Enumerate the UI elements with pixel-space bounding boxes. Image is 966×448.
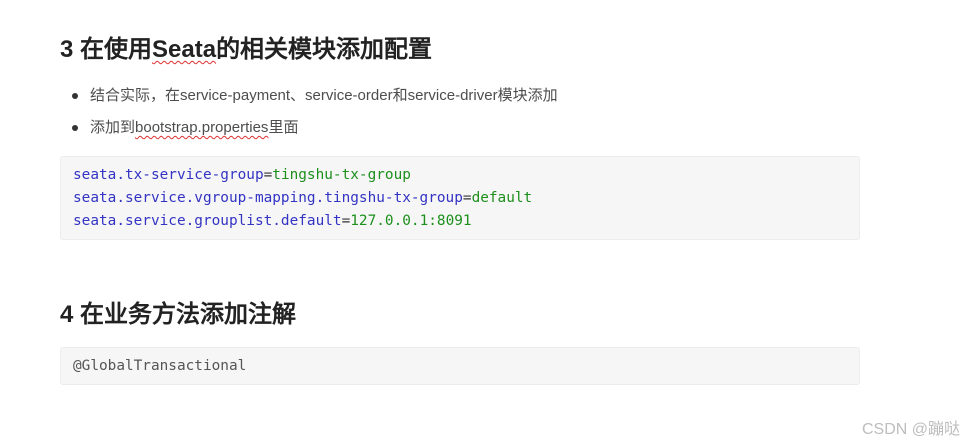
code-line: seata.tx-service-group=tingshu-tx-group	[73, 164, 847, 187]
csdn-watermark: CSDN @蹦哒	[861, 421, 960, 438]
code-line: seata.service.grouplist.default=127.0.0.…	[73, 210, 847, 233]
section-3-heading: 3 在使用Seata的相关模块添加配置	[60, 36, 432, 64]
bullet-text-prefix: 添加到	[90, 119, 136, 136]
section-3-heading-flagged-word: Seata	[152, 36, 217, 63]
list-item: 添加到bootstrap.properties里面	[60, 112, 558, 144]
code-property-key: seata.service.grouplist.default	[73, 213, 342, 229]
annotation-code-block: @GlobalTransactional	[60, 347, 860, 385]
code-property-value: 127.0.0.1:8091	[350, 213, 472, 229]
bullet-text-flagged-word: bootstrap.properties	[135, 119, 269, 136]
code-operator: =	[263, 167, 273, 183]
code-annotation: @GlobalTransactional	[73, 358, 247, 374]
code-property-value: tingshu-tx-group	[272, 167, 411, 183]
properties-code-block: seata.tx-service-group=tingshu-tx-group …	[60, 156, 860, 240]
bullet-dot	[72, 125, 78, 131]
code-line: seata.service.vgroup-mapping.tingshu-tx-…	[73, 187, 847, 210]
bullet-dot	[72, 93, 78, 99]
section-3-heading-suffix: 的相关模块添加配置	[216, 36, 433, 63]
article-page: 3 在使用Seata的相关模块添加配置 结合实际，在service-paymen…	[0, 0, 966, 448]
code-property-key: seata.tx-service-group	[73, 167, 264, 183]
code-property-key: seata.service.vgroup-mapping.tingshu-tx-…	[73, 190, 463, 206]
section-4-heading: 4 在业务方法添加注解	[60, 301, 297, 328]
code-operator: =	[462, 190, 472, 206]
section-3-bullet-list: 结合实际，在service-payment、service-order和serv…	[60, 80, 558, 144]
list-item: 结合实际，在service-payment、service-order和serv…	[60, 80, 558, 112]
bullet-text-suffix: 里面	[268, 119, 299, 136]
section-3-heading-prefix: 3 在使用	[60, 36, 153, 63]
code-operator: =	[341, 213, 351, 229]
bullet-text: 结合实际，在service-payment、service-order和serv…	[90, 87, 558, 104]
code-property-value: default	[471, 190, 533, 206]
